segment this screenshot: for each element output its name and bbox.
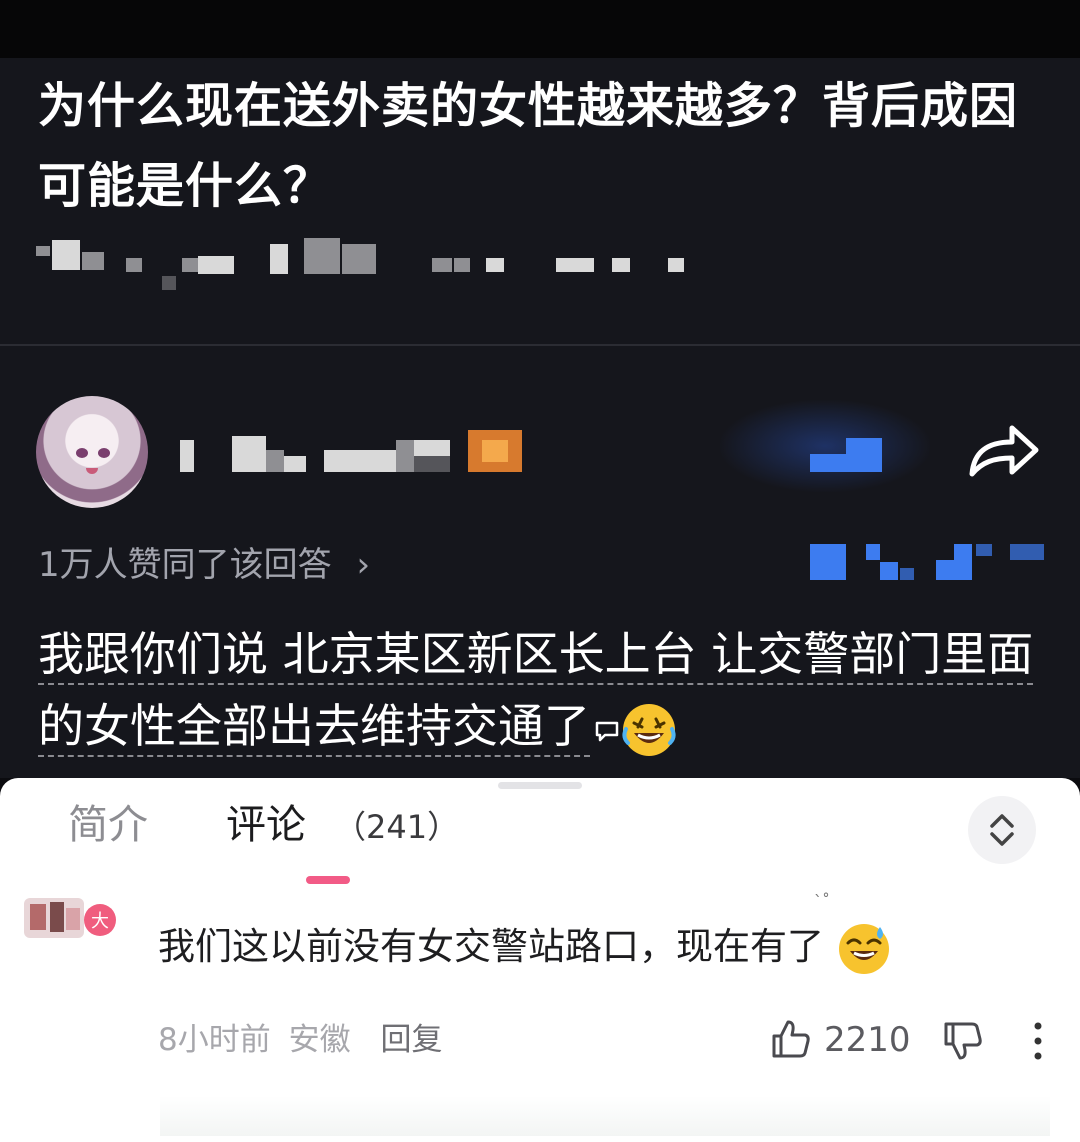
comments-sheet: 简介 评论 （241） 大 `˚ 我们这以前没有女交警站路口，现在有了 8小时前… (0, 778, 1080, 1142)
thumbs-down-icon[interactable] (942, 1020, 984, 1062)
comment-location: 安徽 (288, 1022, 351, 1058)
tab-intro[interactable]: 简介 (68, 798, 148, 852)
comments-count: （241） (334, 808, 460, 846)
thumbs-up-icon[interactable] (770, 1018, 812, 1060)
share-arrow-icon[interactable] (966, 420, 1040, 480)
active-tab-indicator (306, 876, 350, 884)
divider (0, 344, 1080, 346)
status-bar (0, 0, 1080, 58)
more-options-icon[interactable] (1028, 1018, 1048, 1064)
comment-meta: 8小时前 安徽 回复 (158, 1016, 442, 1064)
drag-handle[interactable] (498, 782, 582, 789)
like-count: 2210 (824, 1020, 911, 1060)
answer-text-block[interactable]: 我跟你们说 北京某区新区长上台 让交警部门里面的女性全部出去维持交通了 (38, 618, 1038, 762)
chevron-up-down-icon (990, 814, 1014, 846)
answer-panel: 为什么现在送外卖的女性越来越多？背后成因可能是什么？ 1万人赞同了该回答 › 我… (0, 0, 1080, 778)
rofl-emoji-icon (622, 703, 676, 756)
comment-text: 我们这以前没有女交警站路口，现在有了 (158, 925, 824, 968)
comment-body[interactable]: 我们这以前没有女交警站路口，现在有了 (158, 918, 892, 977)
agree-count-link[interactable]: 1万人赞同了该回答 › (38, 540, 370, 590)
follow-button-glow (720, 400, 930, 492)
expand-collapse-button[interactable] (968, 796, 1036, 864)
author-avatar[interactable] (36, 396, 148, 508)
decorative-mark: `˚ (814, 892, 830, 911)
answer-text: 我跟你们说 北京某区新区长上台 让交警部门里面的女性全部出去维持交通了 (38, 627, 1034, 757)
comment-time: 8小时前 (158, 1022, 271, 1058)
question-title[interactable]: 为什么现在送外卖的女性越来越多？背后成因可能是什么？ (38, 66, 1048, 226)
next-comment-preview (160, 1096, 1050, 1136)
sweat-smile-emoji-icon (838, 923, 889, 974)
tab-comments[interactable]: 评论 (226, 798, 306, 852)
commenter-avatar[interactable]: 大 (22, 896, 122, 940)
comment-bubble-icon[interactable] (594, 720, 620, 742)
reply-button[interactable]: 回复 (380, 1022, 442, 1058)
chevron-right-icon: › (356, 545, 371, 585)
avatar-badge: 大 (91, 911, 109, 932)
agree-text: 1万人赞同了该回答 (38, 545, 332, 585)
